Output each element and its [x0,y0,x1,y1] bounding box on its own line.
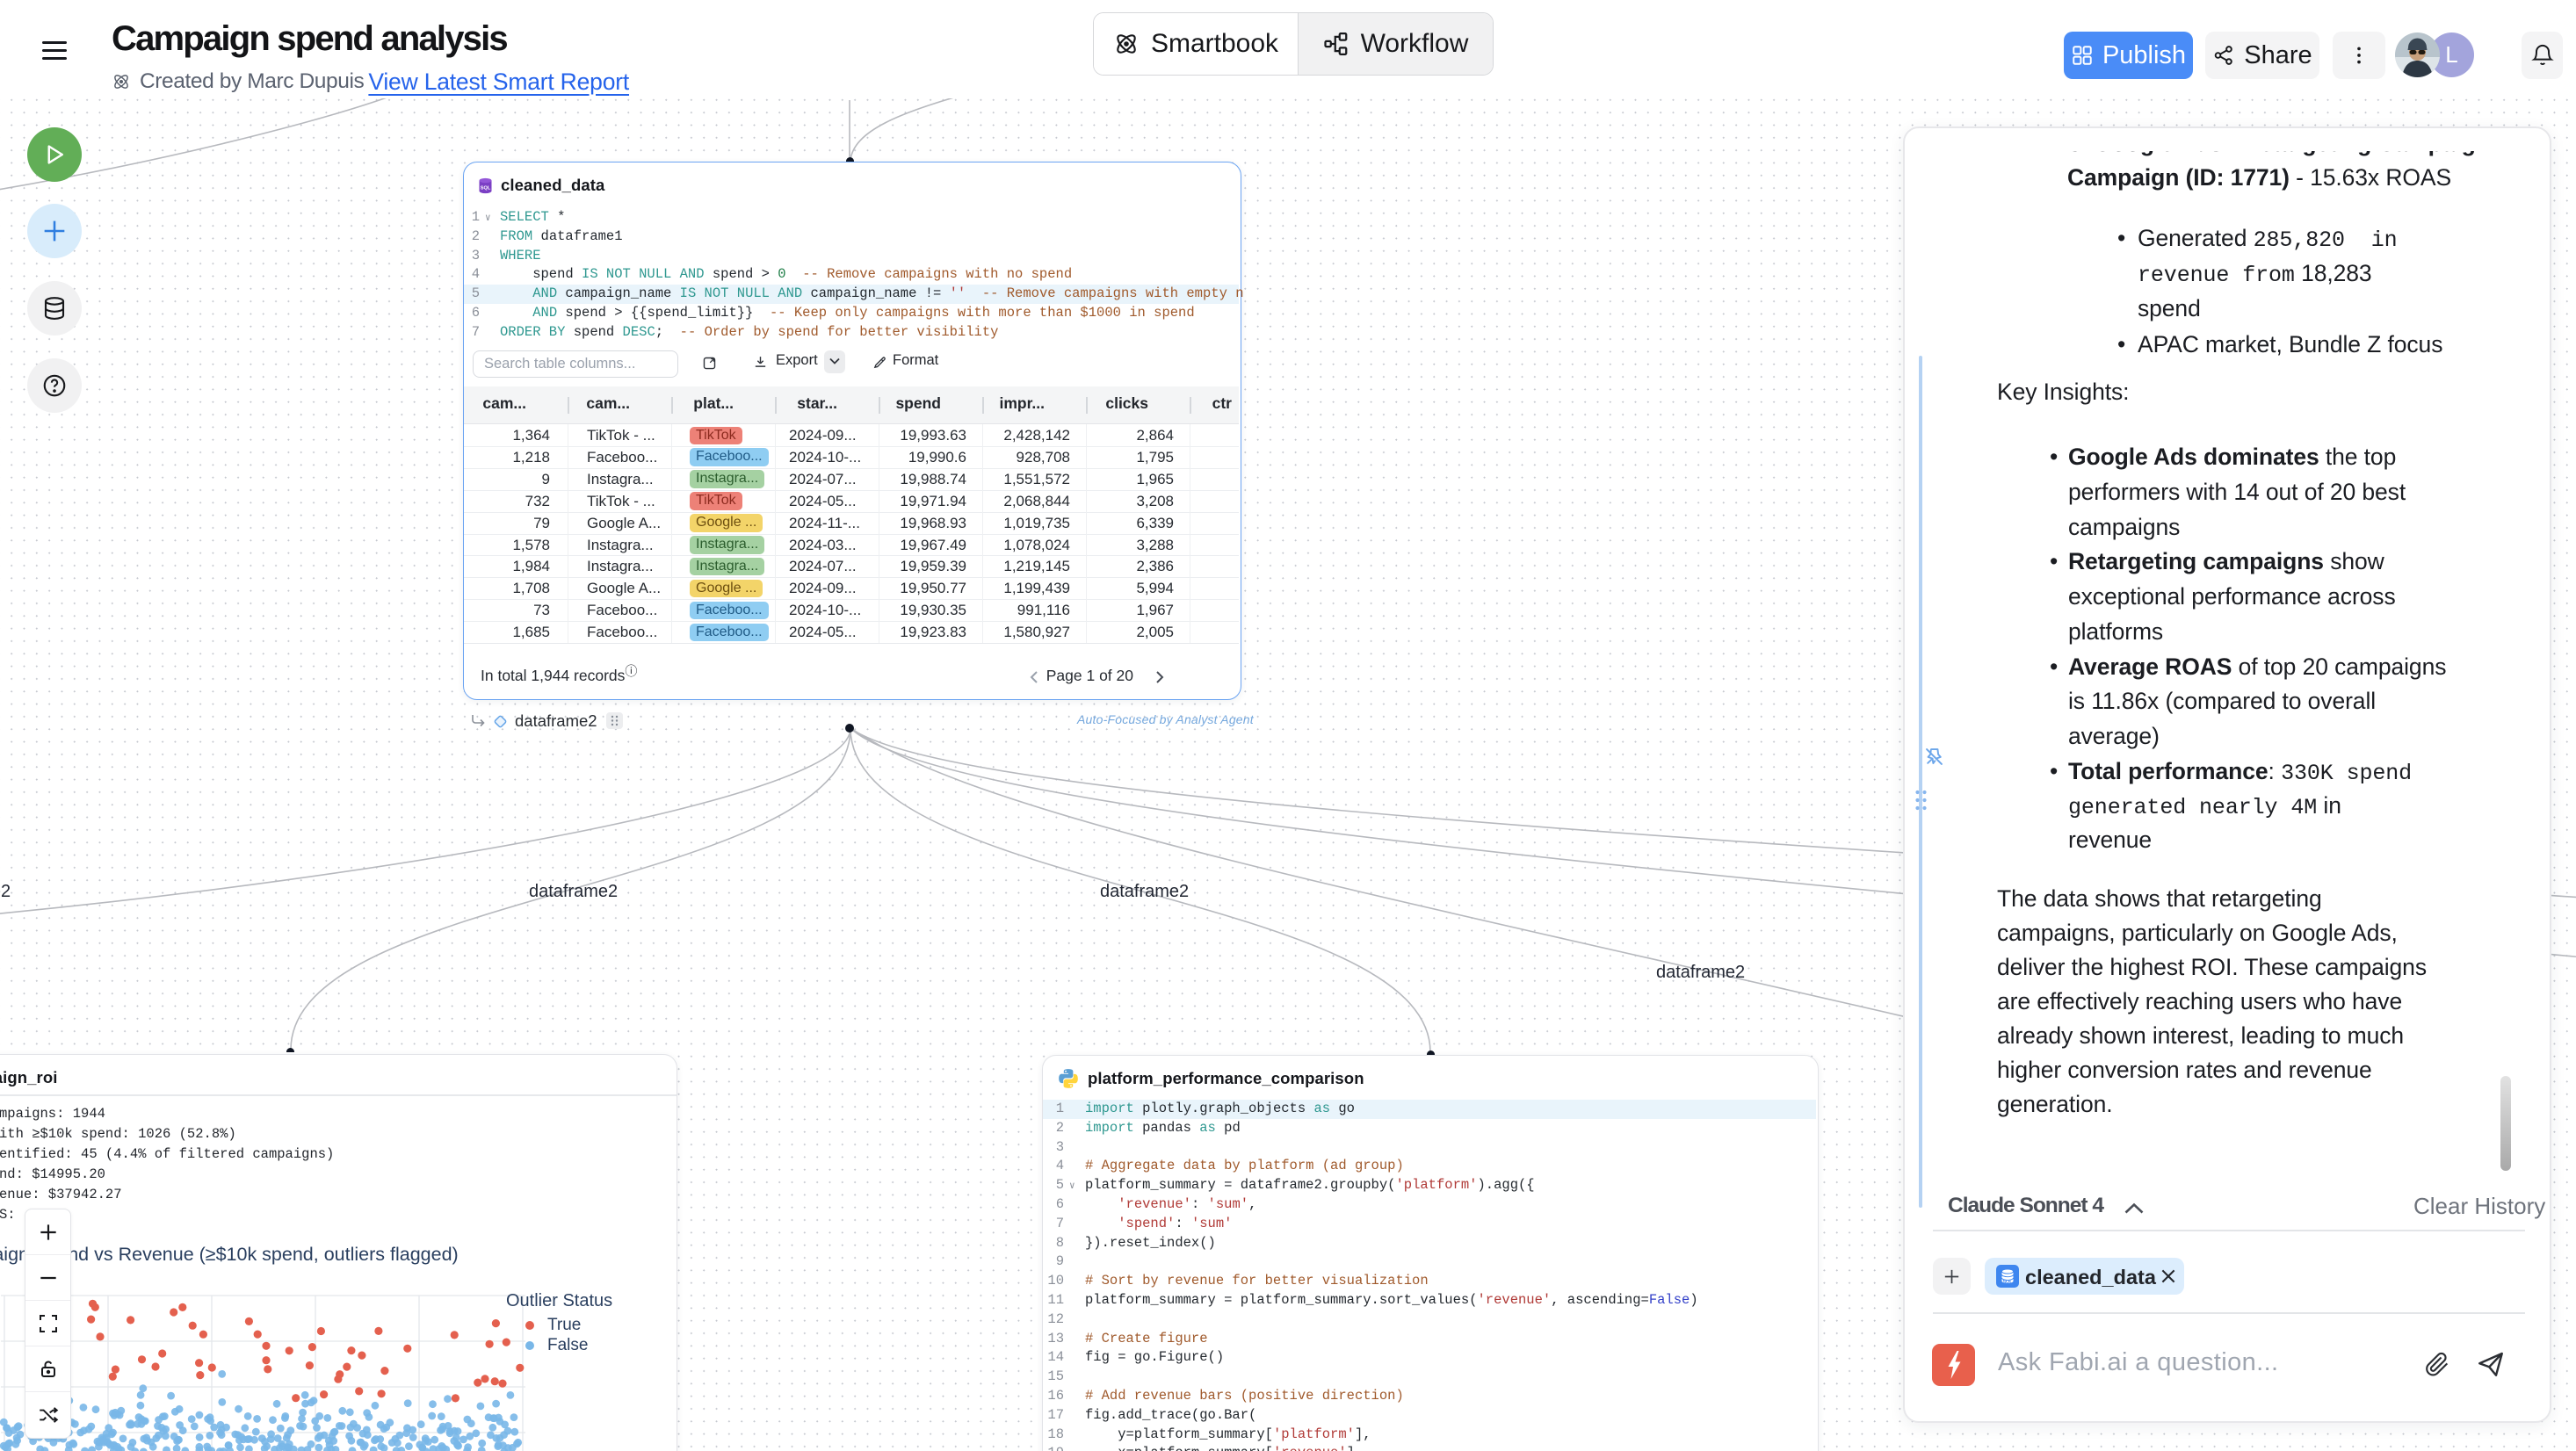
svg-text:SQL: SQL [481,185,491,191]
svg-text:SQL: SQL [2002,1280,2013,1285]
